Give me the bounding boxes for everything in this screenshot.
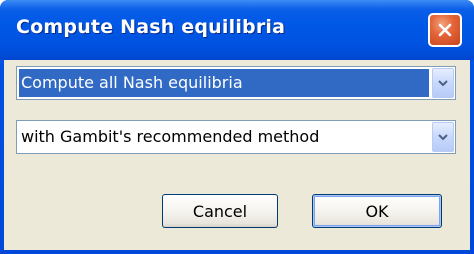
equilibria-count-select[interactable]: Compute all Nash equilibria: [16, 66, 456, 100]
close-button[interactable]: [428, 13, 462, 47]
window-title: Compute Nash equilibria: [16, 16, 286, 38]
dialog-window: Compute Nash equilibria Compute all Nash…: [0, 0, 474, 254]
chevron-down-icon: [438, 134, 448, 141]
title-bar[interactable]: Compute Nash equilibria: [0, 0, 474, 60]
chevron-down-icon: [438, 80, 448, 87]
close-icon: [438, 23, 452, 37]
method-dropdown-button[interactable]: [432, 122, 454, 152]
equilibria-count-dropdown-button[interactable]: [432, 68, 454, 98]
dialog-body: Compute all Nash equilibria with Gambit'…: [4, 60, 470, 250]
equilibria-count-value: Compute all Nash equilibria: [19, 69, 429, 97]
method-select[interactable]: with Gambit's recommended method: [16, 120, 456, 154]
method-value: with Gambit's recommended method: [21, 127, 320, 146]
ok-button[interactable]: OK: [312, 194, 442, 228]
cancel-button[interactable]: Cancel: [162, 194, 278, 228]
